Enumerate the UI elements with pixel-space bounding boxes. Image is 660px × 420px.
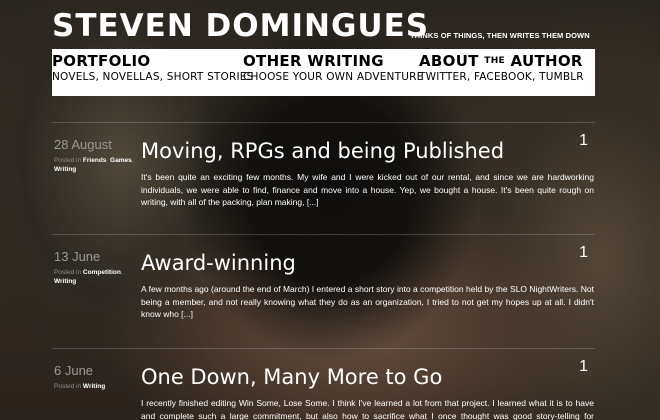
posted-in-label: Posted in	[54, 157, 82, 164]
nav-about-title-the: THE	[484, 56, 505, 66]
category-link[interactable]: Writing	[54, 166, 76, 173]
site-tagline: THINKS OF THINGS, THEN WRITES THEM DOWN	[410, 31, 590, 40]
category-link[interactable]: Writing	[83, 383, 105, 390]
comment-count[interactable]: 1	[579, 132, 588, 150]
post-categories: Posted in Writing	[54, 382, 134, 391]
post-title[interactable]: One Down, Many More to Go	[141, 365, 442, 389]
posted-in-label: Posted in	[54, 383, 82, 390]
nav-portfolio-subtitle: NOVELS, NOVELLAS, SHORT STORIES	[52, 71, 254, 83]
site-title[interactable]: STEVEN DOMINGUES	[52, 8, 429, 44]
nav-about-subtitle: TWITTER, FACEBOOK, TUMBLR	[419, 71, 584, 83]
post-excerpt: A few months ago (around the end of Marc…	[141, 284, 594, 319]
posted-in-label: Posted in	[54, 269, 82, 276]
category-link[interactable]: Competition	[83, 269, 121, 276]
nav-other-writing[interactable]: OTHER WRITING CHOOSE YOUR OWN ADVENTURE	[243, 52, 423, 83]
nav-about-title: ABOUT THE AUTHOR	[419, 52, 584, 70]
post-date: 6 June	[54, 363, 94, 378]
blog-post: 28 August Posted in Friends, Games, Writ…	[52, 122, 595, 234]
nav-other-writing-title: OTHER WRITING	[243, 52, 384, 70]
post-title[interactable]: Moving, RPGs and being Published	[141, 139, 504, 163]
post-title[interactable]: Award-winning	[141, 251, 296, 275]
nav-about-title-a: ABOUT	[419, 52, 479, 70]
nav-portfolio[interactable]: PORTFOLIO NOVELS, NOVELLAS, SHORT STORIE…	[52, 52, 254, 83]
comment-count[interactable]: 1	[579, 358, 588, 376]
nav-about-title-b: AUTHOR	[510, 52, 583, 70]
category-link[interactable]: Writing	[54, 278, 76, 285]
page: STEVEN DOMINGUES THINKS OF THINGS, THEN …	[0, 0, 660, 420]
main-nav: PORTFOLIO NOVELS, NOVELLAS, SHORT STORIE…	[52, 49, 595, 96]
post-categories: Posted in Competition, Writing	[54, 269, 123, 285]
nav-other-writing-subtitle: CHOOSE YOUR OWN ADVENTURE	[243, 71, 424, 83]
nav-portfolio-title: PORTFOLIO	[52, 52, 151, 70]
category-link[interactable]: Friends	[83, 157, 106, 164]
blog-post: 13 June Posted in Competition, Writing 1…	[52, 234, 595, 348]
post-categories: Posted in Friends, Games, Writing	[54, 157, 134, 173]
category-link[interactable]: Games	[110, 157, 132, 164]
blog-post: 6 June Posted in Writing 1 One Down, Man…	[52, 348, 595, 420]
comment-count[interactable]: 1	[579, 244, 588, 262]
post-date: 28 August	[54, 137, 112, 152]
nav-about-the-author[interactable]: ABOUT THE AUTHOR TWITTER, FACEBOOK, TUMB…	[419, 52, 584, 83]
post-date: 13 June	[54, 249, 101, 264]
post-excerpt: I recently finished editing Win Some, Lo…	[141, 398, 594, 420]
post-excerpt: It's been quite an exciting few months. …	[141, 172, 594, 207]
